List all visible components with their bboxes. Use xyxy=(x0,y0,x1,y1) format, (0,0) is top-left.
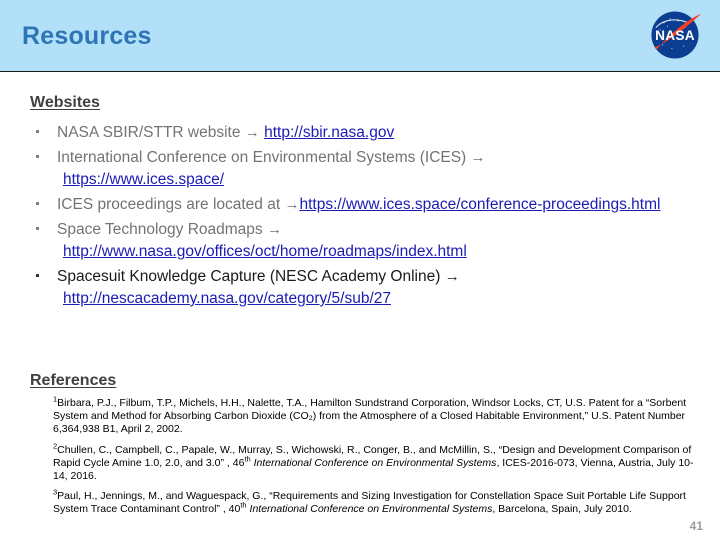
bullet-marker-icon xyxy=(36,202,39,205)
bullet-text: ICES proceedings are located at xyxy=(57,196,285,213)
page-number: 41 xyxy=(689,519,703,533)
bullet-text: NASA SBIR/STTR website xyxy=(57,124,245,141)
bullet-marker-icon xyxy=(36,227,39,230)
link-ices-proceedings[interactable]: https://www.ices.space/conference-procee… xyxy=(299,196,660,213)
bullet-marker-icon xyxy=(36,155,39,158)
list-item: Spacesuit Knowledge Capture (NESC Academ… xyxy=(30,266,700,310)
link-tech-roadmaps[interactable]: http://www.nasa.gov/offices/oct/home/roa… xyxy=(57,241,467,263)
list-item: International Conference on Environmenta… xyxy=(30,147,700,191)
reference-publication-title: International Conference on Environmenta… xyxy=(250,456,497,469)
websites-bullet-list: NASA SBIR/STTR website → http://sbir.nas… xyxy=(30,122,700,313)
arrow-icon: → xyxy=(244,124,260,141)
reference-text: Birbara, P.J., Filbum, T.P., Michels, H.… xyxy=(53,397,687,436)
reference-item-2: 2Chullen, C., Campbell, C., Papale, W., … xyxy=(53,442,701,484)
link-nesc-academy[interactable]: http://nescacademy.nasa.gov/category/5/s… xyxy=(57,288,391,310)
bullet-text: International Conference on Environmenta… xyxy=(57,149,471,166)
reference-item-1: 1Birbara, P.J., Filbum, T.P., Michels, H… xyxy=(53,395,701,437)
arrow-icon: → xyxy=(266,221,282,238)
websites-section-heading: Websites xyxy=(30,94,100,111)
references-list: 1Birbara, P.J., Filbum, T.P., Michels, H… xyxy=(53,395,701,524)
list-item: ICES proceedings are located at →https:/… xyxy=(30,194,700,216)
reference-publication-title: International Conference on Environmenta… xyxy=(246,503,493,516)
bullet-marker-icon xyxy=(36,130,39,133)
references-section-heading: References xyxy=(30,372,117,389)
bullet-text: Space Technology Roadmaps xyxy=(57,221,267,238)
arrow-icon: → xyxy=(470,149,486,166)
page-title: Resources xyxy=(22,22,152,50)
reference-text-tail: , Barcelona, Spain, July 2010. xyxy=(492,503,632,516)
slide: Resources NASA Websites NASA SBIR/STTR w… xyxy=(0,0,720,540)
bullet-text: Spacesuit Knowledge Capture (NESC Academ… xyxy=(57,268,445,285)
nasa-meatball-logo: NASA xyxy=(640,4,710,66)
list-item: NASA SBIR/STTR website → http://sbir.nas… xyxy=(30,122,700,144)
svg-text:NASA: NASA xyxy=(655,28,695,43)
reference-item-3: 3Paul, H., Jennings, M., and Waguespack,… xyxy=(53,488,701,516)
link-sbir-nasa[interactable]: http://sbir.nasa.gov xyxy=(264,124,394,141)
arrow-icon: → xyxy=(284,196,300,213)
bullet-marker-icon xyxy=(36,274,39,277)
arrow-icon: → xyxy=(444,268,460,285)
link-ices-space[interactable]: https://www.ices.space/ xyxy=(57,169,224,191)
slide-content: Websites NASA SBIR/STTR website → http:/… xyxy=(0,72,720,540)
list-item: Space Technology Roadmaps → http://www.n… xyxy=(30,219,700,263)
